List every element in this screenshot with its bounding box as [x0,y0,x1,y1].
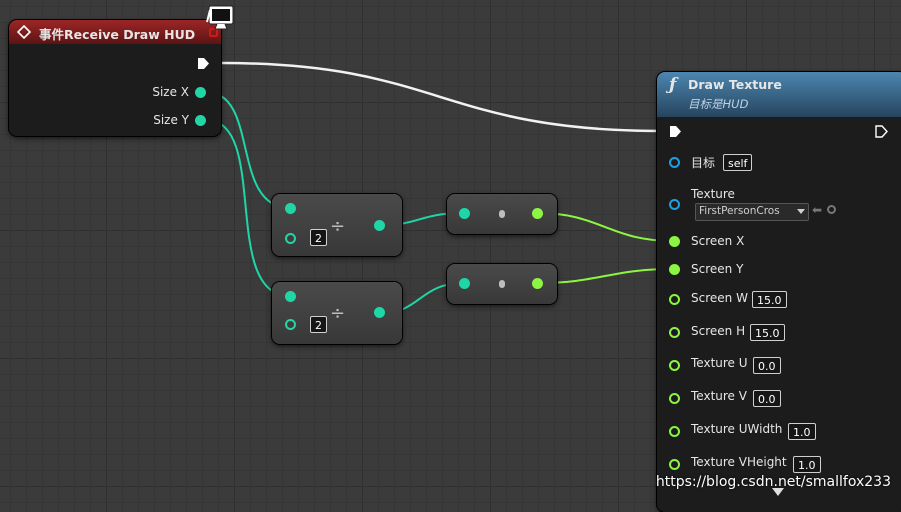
conversion-dot [499,210,505,218]
divide-b-pin[interactable] [285,233,296,244]
browse-asset-icon[interactable] [827,205,836,214]
texture-v-input[interactable]: 0.0 [753,390,781,407]
divide-symbol: ÷ [330,216,346,237]
size-y-label: Size Y [153,113,189,127]
screen-h-pin[interactable] [669,327,680,338]
texture-uwidth-pin[interactable] [669,426,680,437]
conversion-in-pin[interactable] [459,208,470,219]
texture-vheight-label: Texture VHeight [691,455,787,469]
texture-u-label: Texture U [691,356,748,370]
texture-vheight-pin[interactable] [669,459,680,470]
texture-pin[interactable] [669,199,680,210]
texture-label: Texture [691,187,735,201]
screen-w-input[interactable]: 15.0 [752,291,787,308]
texture-asset-dropdown[interactable]: FirstPersonCros [695,203,809,221]
draw-texture-node[interactable]: ƒ Draw Texture 目标是HUD 目标 self Texture Fi… [657,72,901,512]
screen-h-label: Screen H [691,324,746,338]
exec-wire [221,61,663,133]
divide-b-input[interactable]: 2 [310,316,327,333]
screen-w-pin[interactable] [669,294,680,305]
event-exec-out-icon[interactable] [197,57,210,70]
event-diamond-icon [17,25,31,39]
target-value[interactable]: self [723,154,753,171]
texture-uwidth-input[interactable]: 1.0 [788,423,816,440]
screen-x-pin[interactable] [669,236,680,247]
texture-u-input[interactable]: 0.0 [753,357,781,374]
target-pin[interactable] [669,157,680,168]
divide-b-input[interactable]: 2 [310,229,327,246]
draw-texture-title: Draw Texture [688,77,782,92]
conversion-in-pin[interactable] [459,278,470,289]
screen-w-label: Screen W [691,291,748,305]
chevron-down-icon [797,209,805,214]
use-selected-asset-icon[interactable]: ⬅ [812,203,822,217]
screen-y-label: Screen Y [691,262,744,276]
size-x-pin[interactable] [195,87,206,98]
divide-out-pin[interactable] [374,307,385,318]
int-to-float-conversion-node[interactable] [447,194,557,234]
divide-symbol: ÷ [330,303,346,324]
screen-y-pin[interactable] [669,264,680,275]
screen-h-input[interactable]: 15.0 [750,324,785,341]
conversion-out-pin[interactable] [532,278,543,289]
function-icon: ƒ [669,75,677,95]
divide-b-pin[interactable] [285,319,296,330]
monitor-icon [206,5,234,30]
texture-u-pin[interactable] [669,360,680,371]
event-node-title: 事件Receive Draw HUD [39,27,196,42]
divide-a-pin[interactable] [285,203,296,214]
event-receive-draw-hud-node[interactable]: 事件Receive Draw HUD Size X Size Y [9,20,221,136]
texture-vheight-input[interactable]: 1.0 [793,456,821,473]
divide-node[interactable]: 2 ÷ [272,282,402,344]
screen-y-wire [537,268,674,284]
divide-node[interactable]: 2 ÷ [272,194,402,256]
draw-texture-header[interactable]: ƒ Draw Texture 目标是HUD [657,72,901,117]
texture-asset-value: FirstPersonCros [699,205,780,217]
exec-in-icon[interactable] [669,125,682,138]
texture-v-pin[interactable] [669,393,680,404]
int-to-float-conversion-node[interactable] [447,264,557,304]
target-label: 目标 [691,156,716,170]
texture-v-label: Texture V [691,389,747,403]
conversion-out-pin[interactable] [532,208,543,219]
draw-texture-subtitle: 目标是HUD [688,97,749,111]
divide-a-pin[interactable] [285,291,296,302]
screen-x-label: Screen X [691,234,745,248]
divide-out-pin[interactable] [374,220,385,231]
conversion-dot [499,280,505,288]
size-x-label: Size X [152,85,189,99]
exec-out-icon[interactable] [875,125,888,138]
texture-uwidth-label: Texture UWidth [691,422,783,436]
watermark: https://blog.csdn.net/smallfox233 [655,474,891,490]
event-node-header[interactable]: 事件Receive Draw HUD [9,20,221,44]
size-y-pin[interactable] [195,115,206,126]
screen-x-wire [537,212,674,242]
